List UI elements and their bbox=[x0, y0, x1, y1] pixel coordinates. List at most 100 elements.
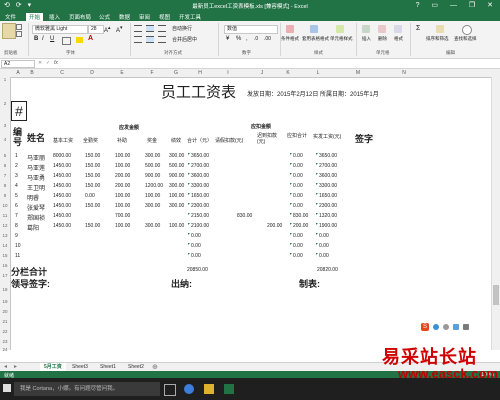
grow-font-icon[interactable]: A▴ bbox=[104, 25, 111, 34]
cell-total[interactable]: 2700.00 bbox=[191, 163, 209, 169]
cell-performance[interactable]: 900.00 bbox=[169, 173, 184, 179]
cell-performance[interactable]: 500.00 bbox=[169, 163, 184, 169]
table-format-button[interactable]: 套用表格格式 bbox=[302, 36, 329, 42]
windows-start-icon[interactable] bbox=[3, 384, 11, 392]
cell-leave[interactable]: 830.00 bbox=[237, 213, 252, 219]
column-header[interactable]: D bbox=[88, 70, 96, 76]
cell-total[interactable]: 2100.00 bbox=[191, 223, 209, 229]
cell-deduct-sum[interactable]: 0.00 bbox=[293, 253, 303, 259]
shrink-font-icon[interactable]: A▾ bbox=[116, 25, 123, 34]
explorer-icon[interactable] bbox=[204, 384, 214, 394]
cell-late[interactable]: 200.00 bbox=[267, 223, 282, 229]
border-icon[interactable] bbox=[62, 37, 71, 45]
merge-center-button[interactable]: 合并后居中 bbox=[172, 36, 197, 43]
tab-scroll-left-icon[interactable]: ◂ bbox=[4, 363, 7, 370]
format-button[interactable]: 格式 bbox=[394, 36, 403, 42]
cell-number[interactable]: 8 bbox=[15, 223, 18, 229]
tab-data[interactable]: 数据 bbox=[116, 13, 133, 21]
row-header[interactable]: 14 bbox=[0, 243, 10, 248]
copy-icon[interactable] bbox=[16, 31, 22, 37]
cell-base-salary[interactable]: 1450.00 bbox=[53, 223, 71, 229]
cell-total[interactable]: 3600.00 bbox=[191, 173, 209, 179]
cell-base-salary[interactable]: 1450.00 bbox=[53, 193, 71, 199]
cell-name[interactable]: 马亚丽 bbox=[27, 153, 45, 162]
cell-name[interactable]: 马亚莲 bbox=[27, 163, 45, 172]
align-bottom-icon[interactable] bbox=[158, 25, 166, 32]
selected-cell-a2[interactable]: # bbox=[11, 101, 27, 121]
cell-name[interactable]: 葛阳 bbox=[27, 223, 39, 232]
cell-net[interactable]: 0.00 bbox=[319, 253, 329, 259]
cell-bonus[interactable]: 300.00 bbox=[145, 223, 160, 229]
paste-icon[interactable] bbox=[2, 23, 16, 39]
column-header[interactable]: J bbox=[258, 70, 266, 76]
keyboard-icon[interactable] bbox=[453, 324, 459, 330]
conditional-format-icon[interactable] bbox=[286, 25, 294, 33]
cell-name[interactable]: 明睿 bbox=[27, 193, 39, 202]
cell-allowance[interactable]: 100.00 bbox=[115, 153, 130, 159]
row-header[interactable]: 7 bbox=[0, 173, 10, 178]
cell-deduct-sum[interactable]: 830.00 bbox=[293, 213, 308, 219]
underline-icon[interactable]: U bbox=[50, 36, 54, 42]
row-header[interactable]: 21 bbox=[0, 319, 10, 324]
align-center-icon[interactable] bbox=[146, 36, 154, 43]
cell-number[interactable]: 1 bbox=[15, 153, 18, 159]
column-header[interactable]: E bbox=[118, 70, 126, 76]
cell-bonus[interactable]: 300.00 bbox=[145, 203, 160, 209]
increase-decimal-icon[interactable]: .0 bbox=[254, 36, 258, 42]
cell-base-salary[interactable]: 1450.00 bbox=[53, 173, 71, 179]
tab-formulas[interactable]: 公式 bbox=[96, 13, 113, 21]
cell-performance[interactable]: 100.00 bbox=[169, 193, 184, 199]
cell-performance[interactable]: 300.00 bbox=[169, 183, 184, 189]
sort-filter-button[interactable]: 排序和筛选 bbox=[426, 36, 449, 42]
worksheet-grid[interactable]: # 员工工资表 发放日期：2015年2月12日 所属日期：2015年1月 编号 … bbox=[11, 77, 489, 362]
cancel-icon[interactable]: ✕ bbox=[38, 60, 42, 66]
cell-total[interactable]: 0.00 bbox=[191, 233, 201, 239]
cell-allowance[interactable]: 100.00 bbox=[115, 203, 130, 209]
floating-toolbar[interactable]: S bbox=[421, 323, 475, 331]
cell-total[interactable]: 0.00 bbox=[191, 243, 201, 249]
cell-total[interactable]: 1650.00 bbox=[191, 193, 209, 199]
cell-number[interactable]: 2 bbox=[15, 163, 18, 169]
cell-bonus[interactable]: 900.00 bbox=[145, 173, 160, 179]
font-color-icon[interactable]: A bbox=[88, 35, 93, 42]
column-header[interactable]: H bbox=[196, 70, 204, 76]
cell-allowance[interactable]: 200.00 bbox=[115, 173, 130, 179]
row-header[interactable]: 2 bbox=[0, 101, 10, 106]
cell-net[interactable]: 1320.00 bbox=[319, 213, 337, 219]
cell-total[interactable]: 0.00 bbox=[191, 253, 201, 259]
column-header[interactable]: B bbox=[28, 70, 36, 76]
cell-bonus[interactable]: 500.00 bbox=[145, 163, 160, 169]
delete-cells-icon[interactable] bbox=[378, 25, 386, 33]
cell-deduct-sum[interactable]: 0.00 bbox=[293, 153, 303, 159]
row-header[interactable]: 24 bbox=[0, 347, 10, 352]
cell-allowance[interactable]: 200.00 bbox=[115, 183, 130, 189]
cell-deduct-sum[interactable]: 0.00 bbox=[293, 193, 303, 199]
cell-base-salary[interactable]: 1450.00 bbox=[53, 213, 71, 219]
row-header[interactable]: 9 bbox=[0, 193, 10, 198]
row-header[interactable]: 1 bbox=[0, 77, 10, 82]
name-box[interactable]: A2 bbox=[1, 60, 35, 68]
column-header[interactable]: K bbox=[284, 70, 292, 76]
cell-net[interactable]: 3300.00 bbox=[319, 183, 337, 189]
align-middle-icon[interactable] bbox=[146, 25, 154, 32]
cell-attendance[interactable]: 150.00 bbox=[85, 223, 100, 229]
toolbox-icon[interactable] bbox=[463, 324, 469, 330]
cell-number[interactable]: 3 bbox=[15, 173, 18, 179]
tab-insert[interactable]: 插入 bbox=[46, 13, 63, 21]
cell-deduct-sum[interactable]: 0.00 bbox=[293, 173, 303, 179]
cell-attendance[interactable]: 150.00 bbox=[85, 163, 100, 169]
font-size-select[interactable]: 28 bbox=[88, 25, 104, 34]
punctuation-icon[interactable] bbox=[443, 324, 449, 330]
cell-style-icon[interactable] bbox=[336, 25, 344, 33]
tab-page-layout[interactable]: 页面布局 bbox=[66, 13, 94, 21]
cell-bonus[interactable]: 100.00 bbox=[145, 193, 160, 199]
sogou-icon[interactable]: S bbox=[421, 323, 429, 331]
quick-access-toolbar[interactable]: ⟲ ⟳ ▾ bbox=[4, 1, 33, 9]
cell-name[interactable]: 张爱琴 bbox=[27, 203, 45, 212]
decrease-decimal-icon[interactable]: .00 bbox=[264, 36, 271, 42]
tab-scroll-right-icon[interactable]: ▸ bbox=[14, 363, 17, 370]
column-header[interactable]: L bbox=[314, 70, 322, 76]
cell-attendance[interactable]: 150.00 bbox=[85, 203, 100, 209]
cell-total[interactable]: 3300.00 bbox=[191, 183, 209, 189]
row-header[interactable]: 22 bbox=[0, 329, 10, 334]
